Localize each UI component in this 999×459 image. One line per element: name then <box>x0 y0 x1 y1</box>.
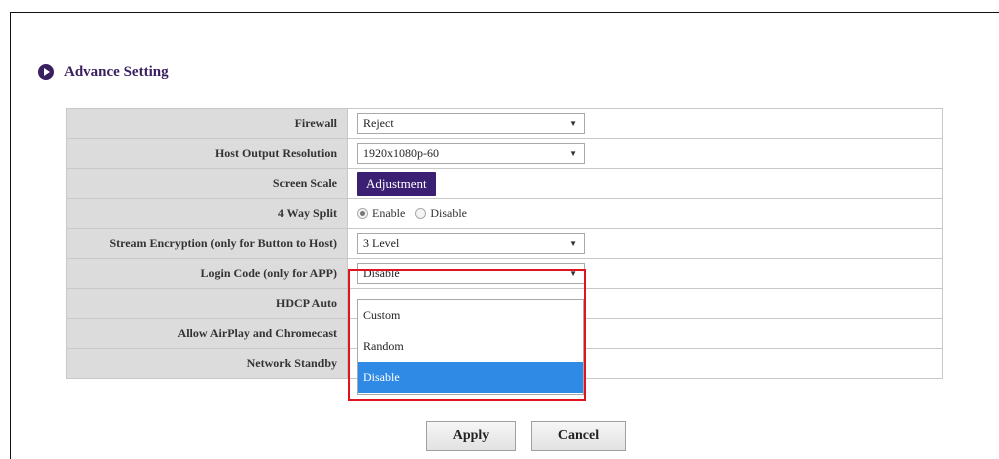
dropdown-option-random[interactable]: Random <box>358 331 583 362</box>
host-output-resolution-select[interactable]: 1920x1080p-60 ▼ <box>357 143 585 164</box>
login-code-value: Disable <box>363 266 400 280</box>
login-code-dropdown-list: Custom Random Disable <box>357 299 584 395</box>
stream-encryption-select[interactable]: 3 Level ▼ <box>357 233 585 254</box>
stream-encryption-label: Stream Encryption (only for Button to Ho… <box>66 228 348 259</box>
row-screen-scale: Screen Scale Adjustment <box>66 168 943 199</box>
disable-radio-label: Disable <box>430 206 467 220</box>
host-output-resolution-label: Host Output Resolution <box>66 138 348 169</box>
login-code-select[interactable]: Disable ▼ <box>357 263 585 284</box>
hdcp-auto-label: HDCP Auto <box>66 288 348 319</box>
four-way-split-label: 4 Way Split <box>66 198 348 229</box>
row-login-code: Login Code (only for APP) Disable ▼ <box>66 258 943 289</box>
firewall-select[interactable]: Reject ▼ <box>357 113 585 134</box>
firewall-value: Reject <box>363 116 394 130</box>
section-title: Advance Setting <box>64 63 169 80</box>
allow-airplay-label: Allow AirPlay and Chromecast <box>66 318 348 349</box>
row-4-way-split: 4 Way Split Enable Disable <box>66 198 943 229</box>
disable-radio-option[interactable]: Disable <box>415 206 467 221</box>
dropdown-option-custom[interactable]: Custom <box>358 300 583 331</box>
caret-down-icon: ▼ <box>569 269 577 278</box>
firewall-label: Firewall <box>66 108 348 139</box>
host-output-resolution-value: 1920x1080p-60 <box>363 146 439 160</box>
four-way-split-radio-group: Enable Disable <box>357 206 942 221</box>
circle-play-icon <box>38 64 54 80</box>
adjustment-button[interactable]: Adjustment <box>357 171 436 196</box>
stream-encryption-value: 3 Level <box>363 236 400 250</box>
caret-down-icon: ▼ <box>569 119 577 128</box>
row-host-output-resolution: Host Output Resolution 1920x1080p-60 ▼ <box>66 138 943 169</box>
login-code-label: Login Code (only for APP) <box>66 258 348 289</box>
network-standby-label: Network Standby <box>66 348 348 379</box>
enable-radio-option[interactable]: Enable <box>357 206 405 221</box>
dropdown-option-disable[interactable]: Disable <box>358 362 583 393</box>
enable-radio[interactable] <box>357 208 368 219</box>
section-header: Advance Setting <box>38 62 169 82</box>
apply-button[interactable]: Apply <box>426 421 516 451</box>
disable-radio[interactable] <box>415 208 427 219</box>
cancel-button[interactable]: Cancel <box>531 421 626 451</box>
enable-radio-label: Enable <box>372 206 406 220</box>
row-stream-encryption: Stream Encryption (only for Button to Ho… <box>66 228 943 259</box>
screen-scale-label: Screen Scale <box>66 168 348 199</box>
caret-down-icon: ▼ <box>569 149 577 158</box>
row-firewall: Firewall Reject ▼ <box>66 108 943 139</box>
caret-down-icon: ▼ <box>569 239 577 248</box>
